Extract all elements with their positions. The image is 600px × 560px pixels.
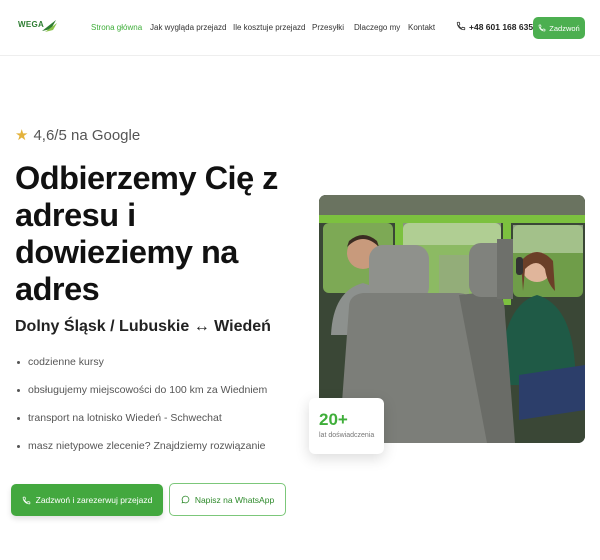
whatsapp-icon — [181, 495, 190, 504]
logo[interactable]: WEGA — [18, 17, 58, 39]
google-rating: ★ 4,6/5 na Google — [15, 126, 140, 144]
nav-home[interactable]: Strona główna — [91, 23, 142, 32]
feature-list: codzienne kursy obsługujemy miejscowości… — [17, 356, 267, 468]
phone-icon — [456, 21, 466, 31]
rating-text: 4,6/5 na Google — [33, 127, 141, 144]
list-item-text: codzienne kursy — [28, 356, 104, 368]
experience-label: lat doświadczenia — [319, 432, 375, 439]
bullet-dot — [17, 389, 20, 392]
list-item-text: masz nietypowe zlecenie? Znajdziemy rozw… — [28, 440, 266, 452]
list-item: codzienne kursy — [17, 356, 267, 384]
logo-swoosh-icon — [42, 20, 57, 32]
site-header: WEGA Strona główna Jak wygląda przejazd … — [0, 0, 600, 56]
hero-title: Odbierzemy Cię z adresu i dowieziemy na … — [15, 160, 278, 307]
list-item: masz nietypowe zlecenie? Znajdziemy rozw… — [17, 440, 267, 468]
cta-primary-label: Zadzwoń i zarezerwuj przejazd — [35, 495, 153, 505]
nav-parcels[interactable]: Przesyłki — [312, 23, 344, 32]
call-button-label: Zadzwoń — [549, 23, 580, 33]
bullet-dot — [17, 361, 20, 364]
star-icon: ★ — [15, 127, 29, 144]
cta-secondary-label: Napisz na WhatsApp — [194, 494, 275, 505]
experience-badge: 20+ lat doświadczenia — [309, 398, 384, 454]
nav-how-it-works[interactable]: Jak wygląda przejazd — [150, 23, 226, 32]
nav-pricing[interactable]: Ile kosztuje przejazd — [233, 23, 305, 32]
route-subtitle: Dolny Śląsk / Lubuskie ↔ Wiedeń — [15, 318, 271, 335]
phone-number: +48 601 168 635 — [469, 22, 534, 32]
list-item-text: obsługujemy miejscowości do 100 km za Wi… — [28, 384, 268, 396]
bullet-dot — [17, 445, 20, 448]
phone-icon — [22, 496, 30, 504]
call-button[interactable]: Zadzwoń — [533, 17, 585, 39]
call-and-book-button[interactable]: Zadzwoń i zarezerwuj przejazd — [11, 484, 163, 516]
list-item-text: transport na lotnisko Wiedeń - Schwechat — [28, 412, 222, 424]
nav-contact[interactable]: Kontakt — [408, 23, 435, 32]
phone-icon — [538, 24, 546, 32]
bullet-dot — [17, 417, 20, 420]
experience-number: 20+ — [319, 410, 348, 429]
nav-why-us[interactable]: Dlaczego my — [354, 23, 400, 32]
list-item: obsługujemy miejscowości do 100 km za Wi… — [17, 384, 267, 412]
whatsapp-button[interactable]: Napisz na WhatsApp — [169, 483, 286, 516]
list-item: transport na lotnisko Wiedeń - Schwechat — [17, 412, 267, 440]
